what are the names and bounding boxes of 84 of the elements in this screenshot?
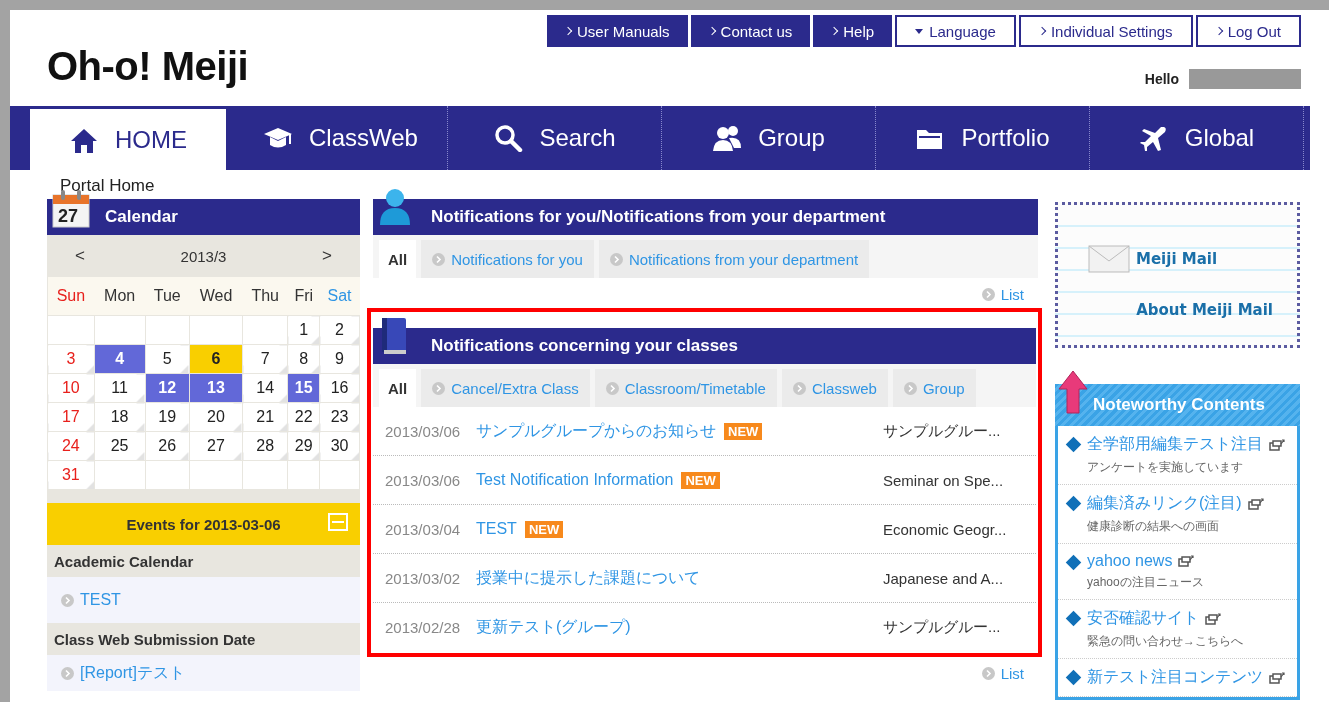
notification-source: Japanese and A... (883, 569, 1005, 587)
weekday-label: Sat (319, 277, 360, 316)
external-link-icon (1178, 555, 1195, 567)
external-link-icon (1247, 497, 1264, 510)
notification-source: Economic Geogr... (883, 520, 1008, 538)
calendar-day[interactable]: 2 (319, 315, 360, 345)
filter-tab[interactable]: All (379, 369, 417, 407)
calendar-icon (51, 189, 91, 229)
calendar-day[interactable]: 31 (47, 460, 95, 490)
weekday-label: Thu (242, 277, 288, 316)
nav-tab[interactable]: HOME (30, 109, 226, 170)
weekday-label: Fri (287, 277, 320, 316)
arrow-circle-icon (432, 252, 446, 266)
about-mail-link[interactable]: About Meiji Mail (1136, 301, 1273, 319)
filter-tab[interactable]: All (379, 240, 417, 278)
greeting-text: Hello (1144, 71, 1179, 87)
external-link-icon (1269, 671, 1285, 684)
content-description: yahooの注目ニュース (1087, 574, 1204, 591)
header-link[interactable]: Contact us (690, 15, 811, 47)
calendar-day[interactable]: 3 (47, 344, 95, 374)
header-link[interactable]: Individual Settings (1018, 15, 1193, 47)
notification-date: 2013/03/06 (385, 471, 462, 489)
arrow-circle-icon (432, 381, 446, 395)
nav-tab[interactable]: Global (1090, 106, 1304, 170)
panel-title: Notifications concerning your classes (431, 336, 739, 356)
mail-link[interactable]: Meiji Mail (1136, 250, 1218, 268)
panel-title: Notifications for you/Notifications from your department (431, 207, 886, 227)
weekday-label: Wed (189, 277, 243, 316)
notification-date: 2013/03/06 (385, 422, 462, 440)
notification-source: サンプルグルー... (883, 421, 1002, 441)
notification-date: 2013/03/02 (385, 569, 462, 587)
notification-source: サンプルグルー... (883, 617, 1002, 637)
notification-date: 2013/02/28 (385, 618, 462, 636)
nav-tab[interactable]: Search (448, 106, 662, 170)
calendar-day-number: 27 (58, 206, 79, 227)
calendar-day[interactable]: 24 (47, 431, 95, 461)
calendar-day[interactable]: 10 (47, 373, 95, 403)
month-label: 2013/3 (180, 247, 227, 265)
nav-tab[interactable]: Group (662, 106, 876, 170)
search-icon (493, 124, 524, 152)
event-group-header: Academic Calendar (47, 545, 360, 577)
arrow-circle-icon (981, 667, 995, 680)
panel-title: Noteworthy Contents (1093, 395, 1265, 415)
header-link[interactable]: Help (813, 15, 893, 47)
nav-tab[interactable]: Portfolio (876, 106, 1090, 170)
event-group-header: Class Web Submission Date (47, 623, 360, 655)
arrow-circle-icon (609, 252, 623, 266)
arrow-circle-icon (61, 593, 74, 607)
header-link[interactable]: User Manuals (547, 15, 688, 47)
airplane-icon (1138, 124, 1169, 152)
calendar-day[interactable]: 1 (287, 315, 320, 345)
content-description: アンケートを実施しています (1087, 459, 1244, 476)
envelope-icon (1088, 245, 1130, 273)
weekday-label: Sun (47, 277, 95, 316)
breadcrumb: Portal Home (60, 176, 156, 196)
content-description: 健康診断の結果への画面 (1087, 518, 1220, 535)
language-dropdown[interactable]: Language (895, 15, 1016, 47)
arrow-circle-icon (792, 381, 806, 395)
new-badge: NEW (681, 471, 720, 489)
weekday-label: Mon (94, 277, 145, 316)
arrow-circle-icon (981, 288, 995, 301)
calendar-day[interactable]: 17 (47, 402, 95, 432)
previous-month-button[interactable]: < (69, 245, 91, 267)
panel-title: Calendar (105, 207, 178, 227)
content-description: 緊急の問い合わせ→こちらへ (1087, 633, 1243, 650)
nav-tab[interactable]: ClassWeb (234, 106, 448, 170)
arrow-circle-icon (61, 666, 74, 680)
notification-source: Seminar on Spe... (883, 471, 1005, 489)
arrow-circle-icon (903, 381, 917, 395)
header-link[interactable]: Log Out (1195, 15, 1301, 47)
site-logo[interactable]: Oh-o! Meiji (47, 44, 249, 106)
next-month-button[interactable]: > (316, 245, 338, 267)
up-arrow-icon (1058, 370, 1088, 414)
external-link-icon (1269, 438, 1285, 451)
new-badge: NEW (724, 422, 763, 440)
new-badge: NEW (524, 520, 564, 538)
notification-date: 2013/03/04 (385, 520, 462, 538)
external-link-icon (1205, 612, 1221, 625)
collapse-icon[interactable] (328, 513, 348, 531)
people-icon (712, 124, 743, 152)
person-icon (378, 187, 412, 227)
events-title: Events for 2013-03-06 (126, 515, 281, 533)
arrow-circle-icon (605, 381, 619, 395)
weekday-label: Tue (145, 277, 190, 316)
